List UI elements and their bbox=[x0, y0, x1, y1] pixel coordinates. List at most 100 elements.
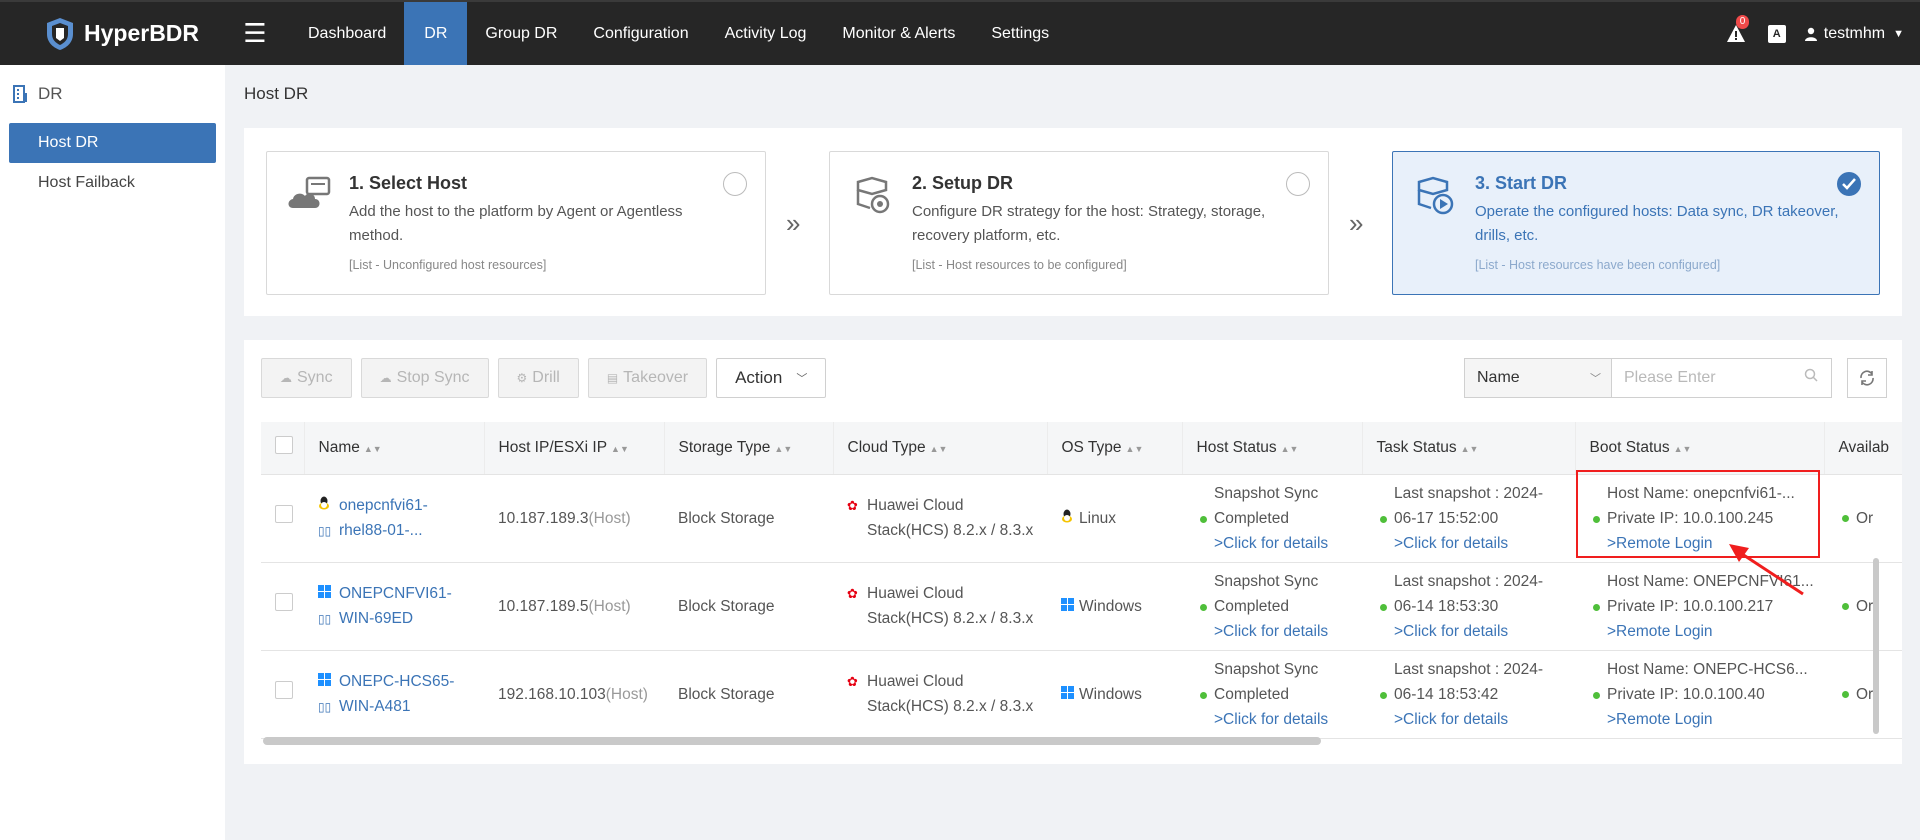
setup-gear-icon bbox=[856, 176, 890, 214]
app-logo[interactable]: HyperBDR bbox=[0, 2, 220, 65]
row-select[interactable] bbox=[261, 650, 304, 739]
chevron-down-icon: ▼ bbox=[1893, 27, 1904, 40]
host-name-link[interactable]: onepcnfvi61- bbox=[339, 493, 428, 518]
sort-icon[interactable]: ▲▼ bbox=[1126, 444, 1144, 454]
search-field-value: Name bbox=[1477, 369, 1520, 386]
status-dot bbox=[1200, 603, 1207, 611]
sidebar: DR Host DR Host Failback bbox=[0, 65, 225, 840]
table-row[interactable]: ▯▯ ONEPC-HCS65- WIN-A481 192.168.10.103(Hos… bbox=[261, 650, 1902, 739]
action-dropdown[interactable]: Action ﹀ bbox=[716, 358, 827, 398]
host-status-line1: Snapshot Sync bbox=[1214, 572, 1319, 590]
sync-button[interactable]: ☁ Sync bbox=[261, 358, 352, 398]
stop-sync-button[interactable]: ☁ Stop Sync bbox=[360, 358, 489, 398]
host-name-link[interactable]: ONEPC-HCS65- bbox=[339, 669, 454, 694]
header-select-all[interactable] bbox=[261, 422, 305, 475]
sort-icon[interactable]: ▲▼ bbox=[611, 444, 629, 454]
column-label: Name bbox=[318, 438, 360, 456]
name-cell[interactable]: ▯▯ ONEPC-HCS65- WIN-A481 bbox=[304, 650, 484, 739]
name-cell[interactable]: ▯▯ ONEPCNFVI61- WIN-69ED bbox=[304, 562, 484, 651]
column-header[interactable]: Availab bbox=[1824, 422, 1902, 475]
top-navbar: HyperBDR ☰ Dashboard DR Group DR Configu… bbox=[0, 0, 1920, 65]
task-status-cell: Last snapshot : 2024- 06-17 15:52:00 >Clic… bbox=[1362, 474, 1575, 563]
row-checkbox[interactable] bbox=[275, 505, 293, 523]
ip-suffix: (Host) bbox=[605, 685, 648, 703]
column-label: Task Status bbox=[1376, 438, 1457, 456]
sort-icon[interactable]: ▲▼ bbox=[1461, 444, 1479, 454]
select-all-checkbox[interactable] bbox=[275, 436, 293, 455]
host-status-details-link[interactable]: >Click for details bbox=[1214, 707, 1328, 732]
host-name-link-cont[interactable]: rhel88-01-... bbox=[339, 518, 428, 543]
drill-icon: ⚙ bbox=[516, 371, 528, 385]
nav-dr[interactable]: DR bbox=[404, 2, 468, 65]
building-icon bbox=[13, 85, 27, 103]
nav-configuration[interactable]: Configuration bbox=[575, 2, 706, 65]
nav-group-dr[interactable]: Group DR bbox=[467, 2, 575, 65]
language-icon[interactable]: A bbox=[1767, 24, 1786, 43]
os-cell: Windows bbox=[1047, 650, 1182, 739]
table-row[interactable]: ▯▯ ONEPCNFVI61- WIN-69ED 10.187.189.5(Host)… bbox=[261, 562, 1902, 651]
column-header[interactable]: Task Status ▲▼ bbox=[1362, 422, 1576, 475]
nav-dashboard[interactable]: Dashboard bbox=[290, 2, 404, 65]
takeover-button[interactable]: ▤ Takeover bbox=[587, 358, 708, 398]
alert-bell-icon[interactable]: 0 bbox=[1726, 14, 1750, 44]
step-radio-checked[interactable] bbox=[1837, 172, 1861, 196]
task-status-line2: 06-14 18:53:42 bbox=[1394, 685, 1499, 703]
sort-icon[interactable]: ▲▼ bbox=[364, 444, 382, 454]
hamburger-icon[interactable]: ☰ bbox=[220, 2, 290, 65]
step-radio[interactable] bbox=[1286, 172, 1310, 196]
row-checkbox[interactable] bbox=[275, 681, 293, 699]
task-status-details-link[interactable]: >Click for details bbox=[1394, 707, 1543, 732]
task-status-details-link[interactable]: >Click for details bbox=[1394, 531, 1543, 556]
nav-monitor-alerts[interactable]: Monitor & Alerts bbox=[824, 2, 973, 65]
host-status-details-link[interactable]: >Click for details bbox=[1214, 619, 1328, 644]
column-header[interactable]: OS Type ▲▼ bbox=[1047, 422, 1183, 475]
user-menu[interactable]: testmhm ▼ bbox=[1804, 25, 1904, 43]
row-checkbox[interactable] bbox=[275, 593, 293, 611]
column-header[interactable]: Name ▲▼ bbox=[304, 422, 485, 475]
task-status-details-link[interactable]: >Click for details bbox=[1394, 619, 1543, 644]
column-header[interactable]: Host IP/ESXi IP ▲▼ bbox=[484, 422, 665, 475]
nav-settings[interactable]: Settings bbox=[973, 2, 1067, 65]
vertical-scrollbar[interactable] bbox=[1873, 558, 1879, 734]
ip-cell: 10.187.189.3(Host) bbox=[484, 474, 664, 563]
horizontal-scrollbar[interactable] bbox=[263, 737, 1321, 745]
row-select[interactable] bbox=[261, 562, 304, 651]
sort-icon[interactable]: ▲▼ bbox=[1674, 444, 1692, 454]
host-status-cell: Snapshot Sync Completed >Click for details bbox=[1182, 562, 1362, 651]
sort-icon[interactable]: ▲▼ bbox=[1281, 444, 1299, 454]
step-start-dr[interactable]: 3. Start DR Operate the configured hosts… bbox=[1392, 151, 1880, 295]
hyperbdr-logo-icon bbox=[47, 17, 73, 50]
host-name-link-cont[interactable]: WIN-69ED bbox=[339, 606, 452, 631]
step-setup-dr[interactable]: 2. Setup DR Configure DR strategy for th… bbox=[829, 151, 1329, 295]
status-dot bbox=[1593, 603, 1600, 611]
cloud-icon: ☁ bbox=[280, 371, 292, 385]
drill-button[interactable]: ⚙ Drill bbox=[497, 358, 579, 398]
host-status-details-link[interactable]: >Click for details bbox=[1214, 531, 1328, 556]
column-header[interactable]: Cloud Type ▲▼ bbox=[833, 422, 1048, 475]
sort-icon[interactable]: ▲▼ bbox=[930, 444, 948, 454]
status-dot bbox=[1842, 514, 1849, 522]
search-field-select[interactable]: Name ﹀ bbox=[1464, 358, 1612, 398]
host-status-line1: Snapshot Sync bbox=[1214, 660, 1319, 678]
cloud-type-line2: Stack(HCS) 8.2.x / 8.3.x bbox=[867, 610, 1034, 627]
step-radio[interactable] bbox=[723, 172, 747, 196]
column-header[interactable]: Storage Type ▲▼ bbox=[664, 422, 834, 475]
column-header[interactable]: Host Status ▲▼ bbox=[1182, 422, 1363, 475]
remote-login-link[interactable]: >Remote Login bbox=[1607, 619, 1814, 644]
name-cell[interactable]: ▯▯ onepcnfvi61- rhel88-01-... bbox=[304, 474, 484, 563]
nav-activity-log[interactable]: Activity Log bbox=[707, 2, 825, 65]
sort-icon[interactable]: ▲▼ bbox=[774, 444, 792, 454]
disk-icon: ▯▯ bbox=[318, 611, 332, 626]
remote-login-link[interactable]: >Remote Login bbox=[1607, 707, 1808, 732]
host-name-link[interactable]: ONEPCNFVI61- bbox=[339, 581, 452, 606]
sidebar-item-host-dr[interactable]: Host DR bbox=[9, 123, 216, 163]
host-name-link-cont[interactable]: WIN-A481 bbox=[339, 694, 454, 719]
search-icon[interactable] bbox=[1804, 368, 1818, 386]
action-dropdown-label: Action bbox=[735, 368, 783, 387]
refresh-button[interactable] bbox=[1847, 358, 1887, 398]
step-select-host[interactable]: 1. Select Host Add the host to the platf… bbox=[266, 151, 766, 295]
sidebar-item-host-failback[interactable]: Host Failback bbox=[9, 163, 216, 203]
column-header[interactable]: Boot Status ▲▼ bbox=[1575, 422, 1825, 475]
row-select[interactable] bbox=[261, 474, 304, 563]
search-input[interactable] bbox=[1612, 358, 1832, 398]
